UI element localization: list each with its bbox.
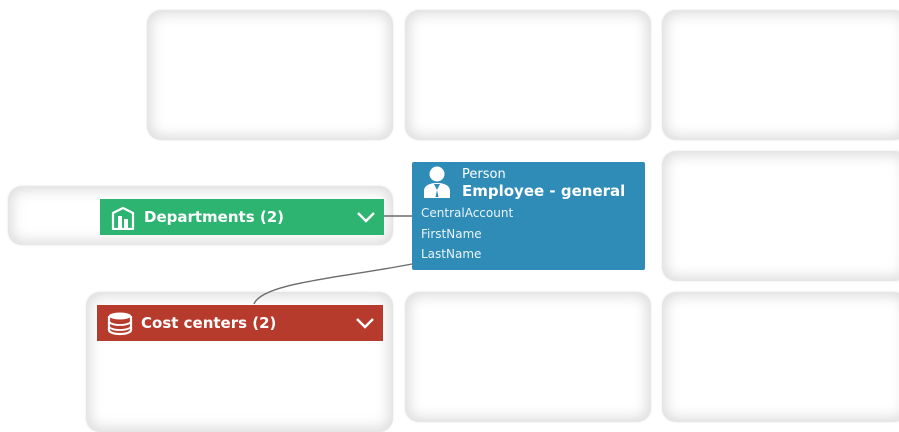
chevron-down-icon[interactable] — [352, 199, 380, 235]
empty-tile — [405, 292, 651, 422]
field-first-name[interactable]: FirstName — [421, 224, 513, 245]
empty-tile — [662, 10, 899, 140]
empty-tile — [147, 10, 393, 140]
cost-centers-label: Cost centers (2) — [141, 314, 277, 332]
card-header: Person Employee - general — [423, 165, 625, 200]
chevron-down-icon[interactable] — [351, 305, 379, 341]
person-icon — [423, 165, 451, 199]
entity-kind: Person — [462, 167, 506, 182]
departments-bar[interactable]: Departments (2) — [100, 199, 384, 235]
building-icon — [110, 204, 136, 230]
empty-tile — [405, 10, 651, 140]
departments-label: Departments (2) — [144, 208, 285, 226]
field-central-account[interactable]: CentralAccount — [421, 203, 513, 224]
field-last-name[interactable]: LastName — [421, 244, 513, 265]
empty-tile — [662, 292, 899, 422]
employee-entity-card[interactable]: Person Employee - general CentralAccount… — [412, 162, 645, 270]
entity-title: Employee - general — [462, 182, 626, 200]
entity-fields: CentralAccount FirstName LastName — [421, 203, 513, 265]
cost-centers-bar[interactable]: Cost centers (2) — [97, 305, 383, 341]
coins-icon — [107, 310, 133, 336]
empty-tile — [662, 151, 899, 281]
